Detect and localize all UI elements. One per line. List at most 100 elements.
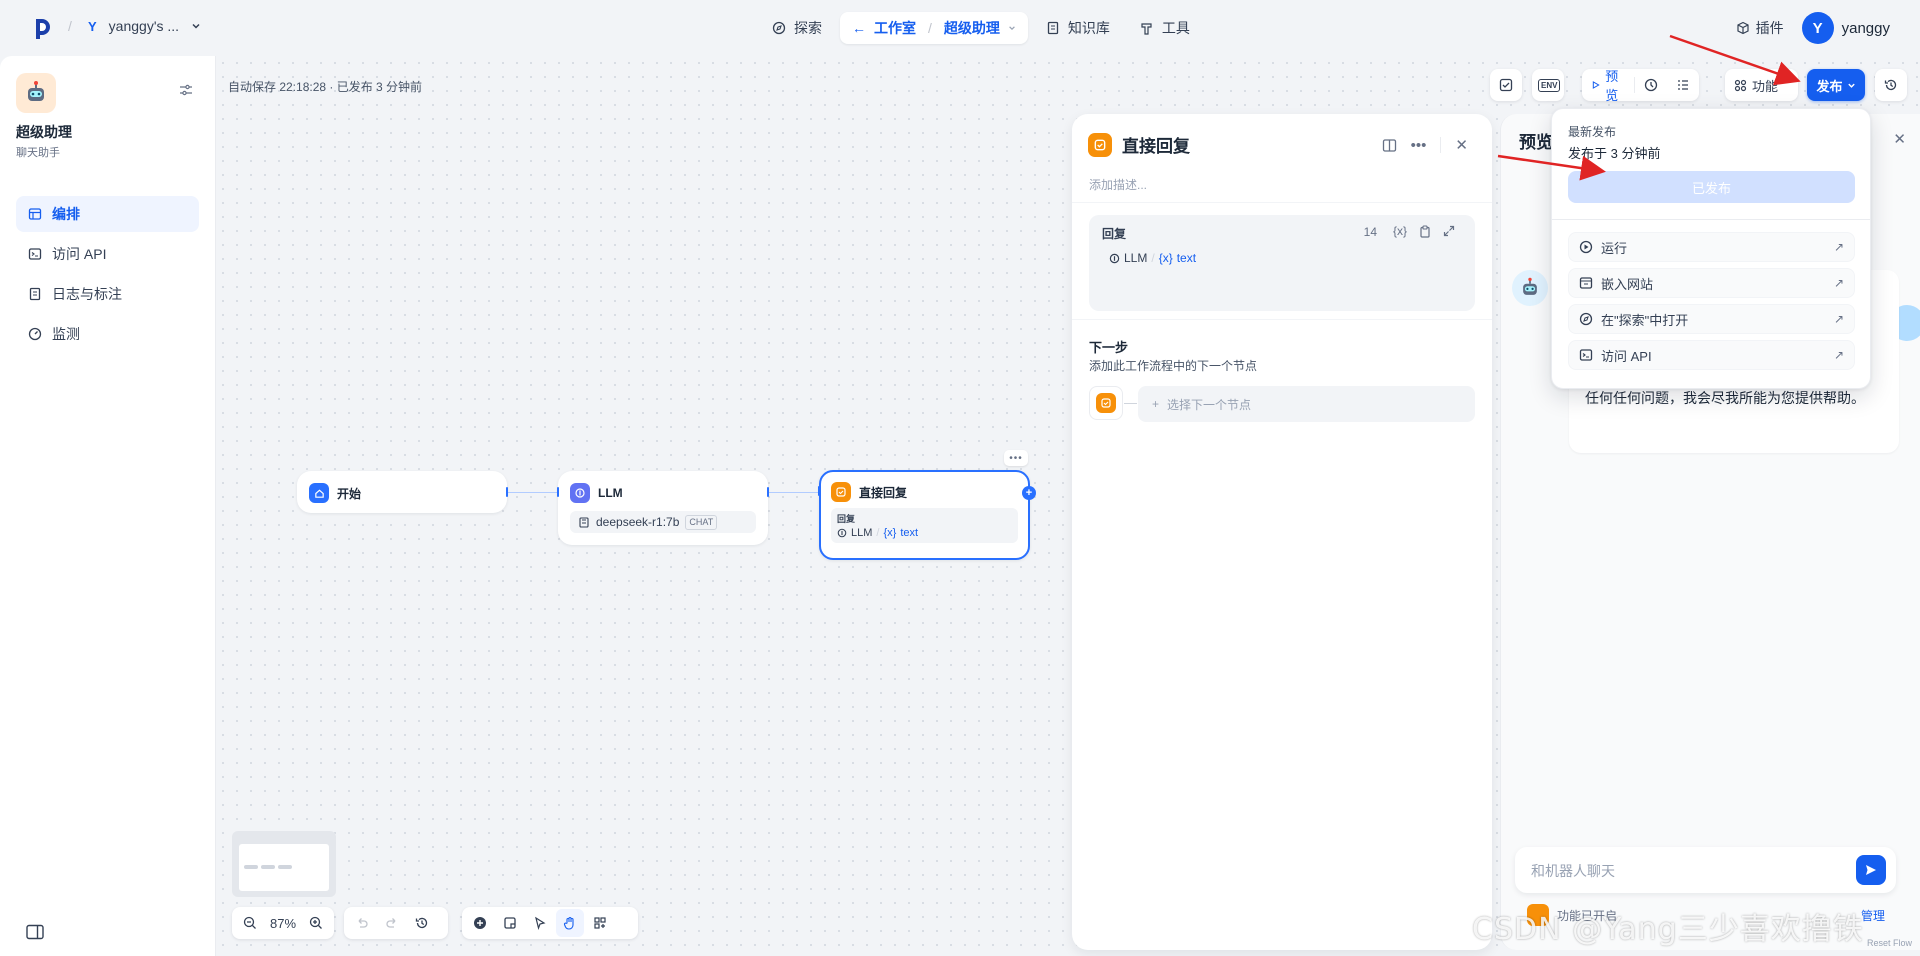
sidebar-toggle-icon[interactable] bbox=[26, 924, 44, 940]
sidebar-item-orchestrate[interactable]: 编排 bbox=[16, 196, 199, 232]
external-link-icon: ↗ bbox=[1833, 240, 1844, 254]
expand-icon[interactable] bbox=[1443, 225, 1455, 237]
node-title: 直接回复 bbox=[859, 485, 908, 500]
plugins-link[interactable]: 插件 bbox=[1736, 18, 1784, 38]
back-arrow-icon[interactable]: ← bbox=[852, 20, 866, 36]
reply-editor[interactable]: 回复 14 {x} LLM / {x} text bbox=[1089, 215, 1475, 311]
node-direct-answer[interactable]: 直接回复 回复 LLM / {x} text + bbox=[818, 470, 1036, 560]
menu-item-run[interactable]: 运行 ↗ bbox=[1568, 232, 1855, 262]
external-link-icon: ↗ bbox=[1833, 348, 1844, 362]
variable-name: text bbox=[900, 527, 919, 539]
manage-link[interactable]: 管理 bbox=[1861, 907, 1885, 924]
debug-list-button[interactable] bbox=[1667, 69, 1699, 101]
menu-item-label: 运行 bbox=[1601, 240, 1628, 256]
version-history-button[interactable] bbox=[1875, 69, 1907, 101]
checklist-button[interactable] bbox=[1490, 69, 1522, 101]
pointer-mode-button[interactable] bbox=[526, 909, 554, 937]
features-button[interactable]: 功能 bbox=[1725, 69, 1798, 101]
nav-knowledge[interactable]: 知识库 bbox=[1034, 12, 1122, 44]
undo-icon bbox=[358, 918, 368, 928]
zoom-out-button[interactable] bbox=[236, 909, 264, 937]
node-title: LLM bbox=[598, 486, 623, 500]
workspace-switcher[interactable]: Y yanggy's ... bbox=[88, 18, 201, 34]
more-icon[interactable]: ••• bbox=[1411, 137, 1427, 154]
copy-icon[interactable] bbox=[1419, 225, 1431, 238]
variable-node: LLM bbox=[851, 527, 873, 539]
node-more-button[interactable]: ••• bbox=[1004, 450, 1028, 466]
terminal-icon bbox=[1579, 349, 1593, 361]
close-icon[interactable]: ✕ bbox=[1893, 130, 1906, 148]
send-button[interactable] bbox=[1856, 855, 1886, 885]
model-selector[interactable]: deepseek-r1:7b CHAT bbox=[570, 511, 756, 533]
node-start[interactable]: 开始 bbox=[297, 471, 508, 513]
add-note-button[interactable] bbox=[496, 909, 524, 937]
nav-separator: / bbox=[928, 20, 932, 36]
minimap[interactable] bbox=[232, 831, 336, 897]
insert-variable-icon[interactable]: {x} bbox=[1393, 224, 1407, 238]
external-link-icon: ↗ bbox=[1833, 276, 1844, 290]
app-settings-icon[interactable] bbox=[178, 82, 194, 98]
cube-icon bbox=[1737, 21, 1749, 35]
redo-button[interactable] bbox=[378, 909, 406, 937]
source-handle[interactable] bbox=[506, 487, 508, 497]
source-handle[interactable] bbox=[767, 487, 769, 497]
nav-explore[interactable]: 探索 bbox=[760, 12, 834, 44]
terminal-icon bbox=[28, 248, 42, 260]
minimap-node bbox=[261, 865, 275, 869]
answer-icon bbox=[1096, 393, 1116, 413]
plugins-label: 插件 bbox=[1755, 20, 1784, 36]
zoom-in-button[interactable] bbox=[302, 909, 330, 937]
close-icon[interactable]: ✕ bbox=[1455, 136, 1468, 154]
menu-item-embed[interactable]: 嵌入网站 ↗ bbox=[1568, 268, 1855, 298]
env-button[interactable]: ENV bbox=[1532, 69, 1564, 101]
zoom-controls: 87% bbox=[232, 907, 334, 939]
menu-item-open-in-explore[interactable]: 在"探索"中打开 ↗ bbox=[1568, 304, 1855, 334]
select-next-node-button[interactable]: + 选择下一个节点 bbox=[1138, 386, 1475, 422]
organize-layout-button[interactable] bbox=[586, 909, 614, 937]
sidebar-item-monitoring[interactable]: 监测 bbox=[16, 316, 199, 352]
bot-message-text: 任何任何问题，我会尽我所能为您提供帮助。 bbox=[1585, 390, 1865, 406]
menu-item-label: 访问 API bbox=[1601, 348, 1652, 364]
hammer-icon bbox=[1141, 23, 1152, 35]
panel-title[interactable]: 直接回复 bbox=[1122, 132, 1190, 157]
llm-small-icon bbox=[837, 528, 847, 538]
gauge-icon bbox=[28, 327, 42, 341]
zoom-level[interactable]: 87% bbox=[266, 916, 300, 931]
undo-button[interactable] bbox=[348, 909, 376, 937]
nav-studio-label: 工作室 bbox=[874, 20, 916, 36]
add-next-node-plus-icon[interactable]: + bbox=[1022, 486, 1036, 500]
sidebar-item-api[interactable]: 访问 API bbox=[16, 236, 199, 272]
change-history-button[interactable] bbox=[408, 909, 436, 937]
user-menu[interactable]: Y yanggy bbox=[1801, 12, 1890, 44]
node-llm[interactable]: LLM deepseek-r1:7b CHAT bbox=[557, 471, 769, 545]
answer-icon bbox=[831, 482, 851, 502]
publish-button[interactable]: 发布 bbox=[1807, 69, 1865, 101]
sidebar-item-label: 访问 API bbox=[52, 246, 107, 262]
dify-logo[interactable] bbox=[34, 18, 52, 40]
chevron-down-icon[interactable] bbox=[1008, 24, 1016, 32]
checklist-icon-wrap bbox=[1490, 69, 1522, 101]
add-node-button[interactable] bbox=[466, 909, 494, 937]
hand-mode-button[interactable] bbox=[556, 909, 584, 937]
target-handle[interactable] bbox=[557, 487, 559, 497]
chat-input[interactable]: 和机器人聊天 bbox=[1515, 847, 1896, 893]
run-history-button[interactable] bbox=[1635, 69, 1667, 101]
variable-name: text bbox=[1176, 251, 1197, 265]
plus-circle-icon bbox=[474, 917, 486, 929]
menu-item-access-api[interactable]: 访问 API ↗ bbox=[1568, 340, 1855, 370]
robot-icon bbox=[28, 81, 44, 101]
nav-studio[interactable]: ← 工作室 / 超级助理 bbox=[840, 12, 1028, 44]
history-icon bbox=[1884, 79, 1897, 91]
description-input[interactable]: 添加描述... bbox=[1089, 176, 1147, 193]
app-sidebar: 超级助理 聊天助手 编排 访问 API 日志与标注 监测 bbox=[0, 56, 216, 956]
published-button[interactable]: 已发布 bbox=[1568, 171, 1855, 203]
split-view-icon[interactable] bbox=[1382, 138, 1397, 153]
reset-flow-label[interactable]: Reset Flow bbox=[1867, 938, 1912, 948]
nav-app-label[interactable]: 超级助理 bbox=[944, 18, 1000, 38]
watermark: CSDN @Yang三少喜欢撸铁 bbox=[1472, 912, 1864, 947]
target-handle[interactable] bbox=[818, 486, 820, 496]
nav-tools[interactable]: 工具 bbox=[1128, 12, 1202, 44]
redo-icon bbox=[386, 918, 396, 928]
sidebar-item-logs[interactable]: 日志与标注 bbox=[16, 276, 199, 312]
preview-button[interactable]: 预览 bbox=[1582, 69, 1634, 103]
